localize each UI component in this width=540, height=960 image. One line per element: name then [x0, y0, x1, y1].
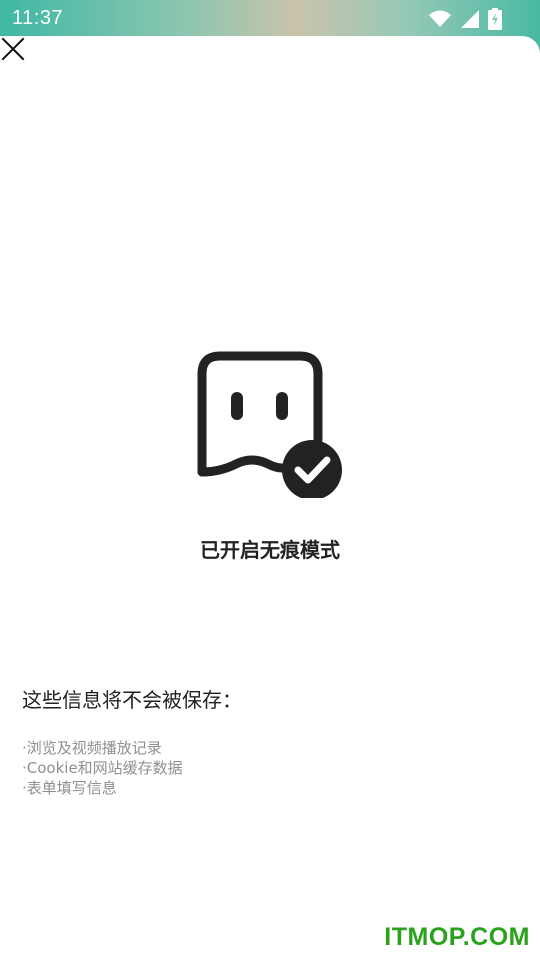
info-list: ·浏览及视频播放记录 ·Cookie和网站缓存数据 ·表单填写信息	[22, 738, 183, 798]
list-item: ·浏览及视频播放记录	[22, 739, 162, 757]
status-bar: 11:37	[0, 0, 540, 36]
list-item: ·表单填写信息	[22, 779, 117, 797]
cell-signal-icon	[461, 10, 479, 28]
info-heading: 这些信息将不会被保存：	[22, 688, 242, 712]
incognito-title: 已开启无痕模式	[200, 538, 340, 562]
incognito-sheet: 已开启无痕模式 这些信息将不会被保存： ·浏览及视频播放记录 ·Cookie和网…	[0, 36, 540, 960]
watermark-logo: ITMOP.COM	[384, 923, 530, 951]
wifi-icon	[429, 10, 451, 27]
list-item: ·Cookie和网站缓存数据	[22, 759, 183, 777]
incognito-ghost-check-icon	[197, 351, 342, 498]
status-icons	[428, 8, 502, 30]
close-button[interactable]	[0, 36, 26, 62]
battery-charging-icon	[488, 8, 502, 30]
close-icon	[1, 37, 25, 61]
status-time: 11:37	[12, 7, 64, 29]
